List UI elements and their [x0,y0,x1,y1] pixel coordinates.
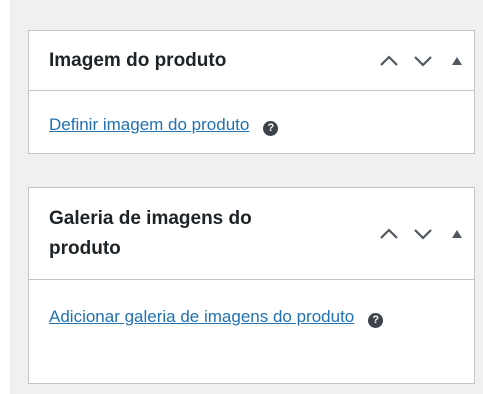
help-icon[interactable]: ? [263,121,279,136]
left-edge [0,0,10,394]
metabox-title: Imagem do produto [49,49,227,71]
chevron-down-icon[interactable] [406,43,440,79]
chevron-up-icon[interactable] [372,216,406,252]
metabox-body: Adicionar galeria de imagens do produto? [29,280,474,332]
metabox-title: Galeria de imagens do produto [49,207,252,259]
set-product-image-link[interactable]: Definir imagem do produto [49,115,249,134]
chevron-up-icon[interactable] [372,43,406,79]
metabox-body: Definir imagem do produto? [29,91,474,140]
metabox-header[interactable]: Galeria de imagens do produto [29,188,474,280]
metabox-controls [372,188,474,279]
triangle-up-icon[interactable] [440,216,474,252]
gallery-link-line: Adicionar galeria de imagens do produto? [49,302,389,332]
chevron-down-icon[interactable] [406,216,440,252]
product-image-metabox: Imagem do produto Definir imagem do prod… [28,30,475,154]
triangle-up-icon[interactable] [440,43,474,79]
metabox-controls [372,31,474,90]
add-gallery-images-link[interactable]: Adicionar galeria de imagens do produto [49,307,354,326]
help-icon[interactable]: ? [368,313,384,328]
metabox-column: Imagem do produto Definir imagem do prod… [0,0,483,394]
metabox-header[interactable]: Imagem do produto [29,31,474,91]
product-gallery-metabox: Galeria de imagens do produto Adicionar … [28,187,475,384]
